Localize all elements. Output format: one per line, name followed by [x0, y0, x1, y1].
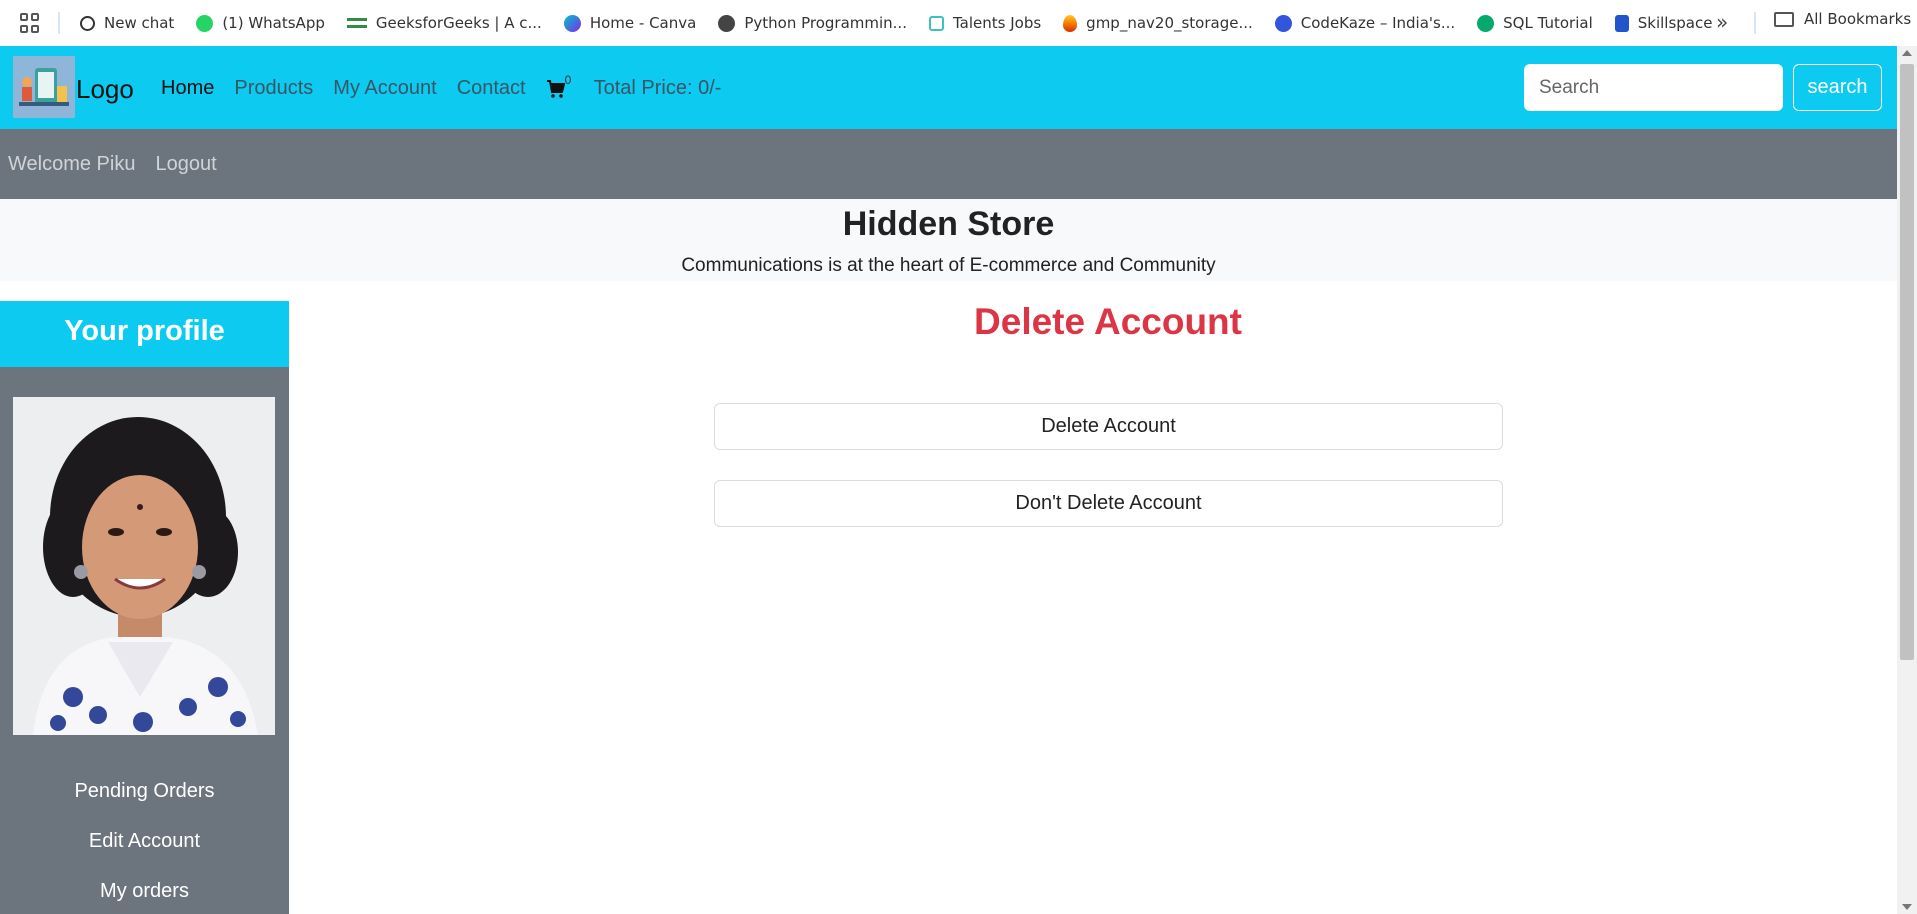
store-header: Hidden Store Communications is at the he…: [0, 199, 1897, 281]
bookmark-sql-tutorial[interactable]: SQL Tutorial: [1477, 14, 1593, 32]
page-scrollbar[interactable]: [1897, 46, 1917, 914]
bookmark-label: Skillspace: [1637, 14, 1713, 32]
scroll-down-arrow-icon[interactable]: [1902, 904, 1912, 910]
profile-photo: [13, 397, 275, 735]
sidebar-item-edit-account[interactable]: Edit Account: [0, 830, 289, 853]
skillspace-icon: [1614, 14, 1629, 32]
bookmark-firebase[interactable]: gmp_nav20_storage...: [1063, 14, 1253, 32]
bookmark-geeksforgeeks[interactable]: GeeksforGeeks | A c...: [346, 14, 542, 32]
user-bar: Welcome Piku Logout: [0, 129, 1897, 199]
total-price: Total Price: 0/-: [593, 77, 722, 99]
all-bookmarks-label: All Bookmarks: [1804, 10, 1912, 28]
logo-image[interactable]: [13, 56, 75, 118]
sidebar-item-my-orders[interactable]: My orders: [0, 880, 289, 903]
keep-account-button[interactable]: Don't Delete Account: [714, 480, 1503, 527]
cart-icon: [546, 79, 565, 98]
welcome-text: Welcome Piku: [8, 152, 136, 175]
nav-my-account[interactable]: My Account: [333, 77, 436, 100]
bookmark-label: gmp_nav20_storage...: [1086, 14, 1253, 32]
bookmark-label: Python Programmin...: [744, 14, 907, 32]
codekaze-icon: [1274, 14, 1292, 32]
sidebar-item-pending-orders[interactable]: Pending Orders: [0, 780, 289, 803]
bookmark-canva[interactable]: Home - Canva: [563, 14, 697, 32]
nav-links: Home Products My Account Contact 0 Total…: [161, 73, 722, 100]
bookmark-new-chat[interactable]: New chat: [80, 14, 174, 32]
nav-contact[interactable]: Contact: [457, 77, 526, 100]
bookmark-label: Talents Jobs: [952, 14, 1042, 32]
bookmark-label: GeeksforGeeks | A c...: [375, 14, 542, 32]
scroll-up-arrow-icon[interactable]: [1902, 50, 1912, 56]
store-title: Hidden Store: [842, 205, 1055, 243]
search-button[interactable]: search: [1793, 64, 1882, 111]
cart-button[interactable]: 0: [546, 73, 571, 99]
bookmark-talents-jobs[interactable]: Talents Jobs: [928, 14, 1042, 32]
bookmark-label: (1) WhatsApp: [222, 14, 325, 32]
profile-sidebar: Your profile Pending Orders Edit Account…: [0, 301, 289, 914]
folder-icon: [1774, 11, 1794, 27]
navbar: Logo Home Products My Account Contact 0 …: [0, 46, 1897, 129]
bookmark-codekaze[interactable]: CodeKaze – India's...: [1274, 14, 1456, 32]
bookmark-whatsapp[interactable]: (1) WhatsApp: [196, 14, 325, 32]
apps-grid-icon[interactable]: [20, 13, 40, 33]
talents-icon: [928, 15, 944, 31]
delete-account-title: Delete Account: [974, 301, 1242, 342]
bookmark-skillspace[interactable]: Skillspace: [1614, 14, 1713, 32]
scrollbar-thumb[interactable]: [1900, 64, 1914, 660]
bookmark-python[interactable]: Python Programmin...: [718, 14, 907, 32]
all-bookmarks-button[interactable]: All Bookmarks: [1774, 10, 1911, 28]
store-subtitle: Communications is at the heart of E-comm…: [681, 255, 1216, 276]
openai-icon: [80, 15, 95, 31]
bookmarks-bar: New chat (1) WhatsApp GeeksforGeeks | A …: [0, 0, 1917, 46]
search-input[interactable]: [1524, 64, 1783, 111]
more-bookmarks-chevron-icon[interactable]: »: [1716, 10, 1728, 34]
bookmark-label: Home - Canva: [589, 14, 697, 32]
whatsapp-icon: [196, 14, 214, 32]
globe-icon: [718, 14, 736, 32]
bookmark-label: SQL Tutorial: [1503, 14, 1593, 32]
logout-link[interactable]: Logout: [155, 153, 216, 176]
nav-products[interactable]: Products: [234, 77, 313, 100]
bookmark-label: New chat: [104, 14, 175, 32]
geeksforgeeks-icon: [346, 18, 367, 28]
canva-icon: [563, 14, 581, 32]
firebase-icon: [1063, 14, 1078, 32]
bookmark-separator: [58, 12, 60, 34]
profile-heading: Your profile: [0, 301, 289, 367]
logo-text[interactable]: Logo: [76, 74, 134, 105]
bookmark-label: CodeKaze – India's...: [1300, 14, 1456, 32]
nav-home[interactable]: Home: [161, 77, 214, 100]
delete-account-button[interactable]: Delete Account: [714, 403, 1503, 450]
bookmark-separator: [1754, 12, 1756, 34]
cart-count-badge: 0: [564, 72, 572, 87]
w3schools-icon: [1477, 14, 1495, 32]
